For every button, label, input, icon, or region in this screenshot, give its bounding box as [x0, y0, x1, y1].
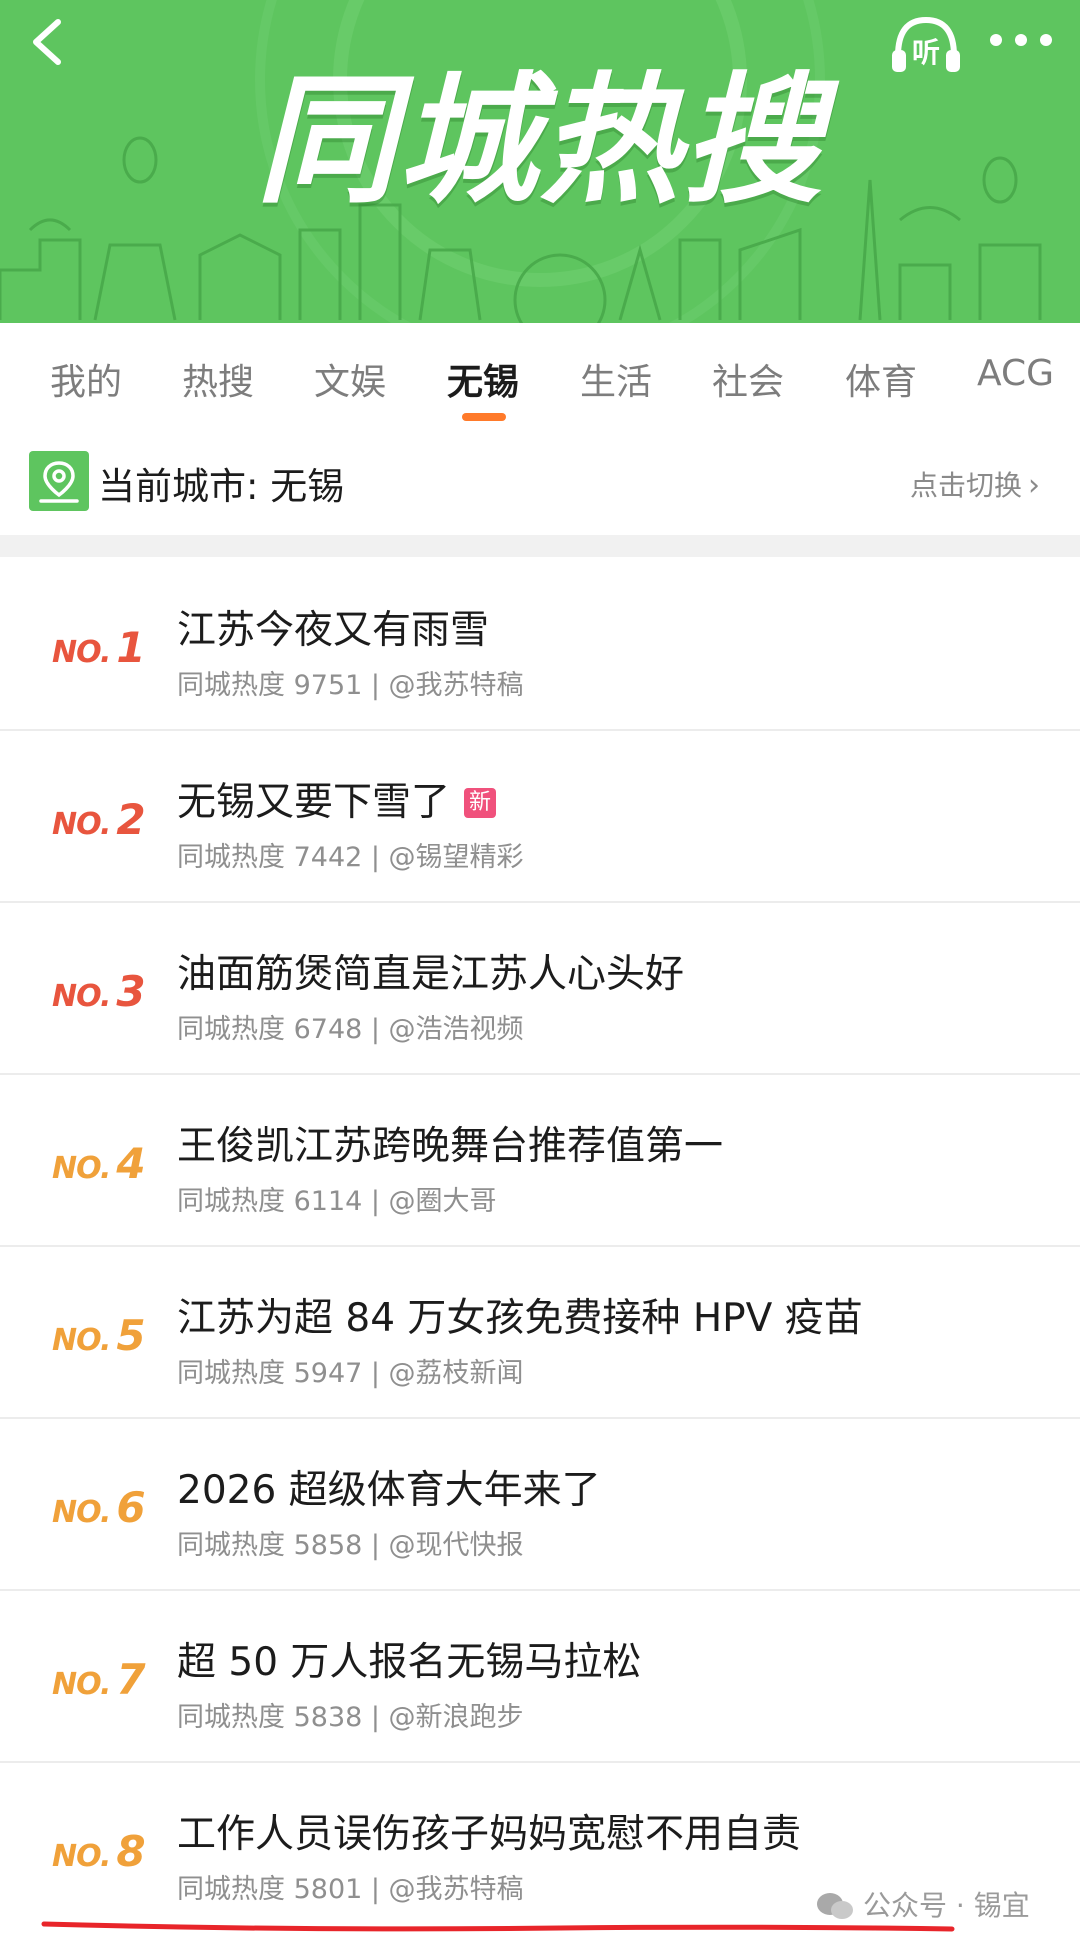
- location-pin-icon: [29, 451, 89, 511]
- item-title: 2026 超级体育大年来了: [177, 1468, 601, 1513]
- item-title: 江苏今夜又有雨雪: [177, 608, 490, 653]
- item-title: 工作人员误伤孩子妈妈宽慰不用自责: [177, 1812, 802, 1857]
- chevron-right-icon: ›: [1028, 468, 1040, 503]
- switch-city-label: 点击切换: [909, 469, 1022, 502]
- header-banner: 听 同城热搜: [0, 0, 1080, 323]
- more-dots-icon: [990, 34, 1052, 46]
- tab-mine[interactable]: 我的: [50, 353, 122, 403]
- current-city-label: 当前城市: 无锡: [98, 465, 345, 508]
- item-meta: 同城热度 7442 | @锡望精彩: [177, 842, 524, 873]
- current-city-row: 当前城市: 无锡 点击切换 ›: [0, 440, 1080, 520]
- active-tab-indicator: [462, 413, 506, 421]
- tab-wuxi[interactable]: 无锡: [447, 353, 519, 403]
- item-title: 无锡又要下雪了新: [177, 771, 497, 827]
- wechat-icon: [817, 1893, 853, 1919]
- list-item[interactable]: NO. 3 油面筋煲简直是江苏人心头好 同城热度 6748 | @浩浩视频: [0, 901, 1080, 1075]
- page-title: 同城热搜: [255, 60, 824, 223]
- rank-label: NO. 3: [52, 967, 146, 1016]
- item-meta: 同城热度 9751 | @我苏特稿: [177, 670, 524, 701]
- rank-label: NO. 6: [52, 1483, 146, 1532]
- item-meta: 同城热度 6748 | @浩浩视频: [177, 1014, 524, 1045]
- list-item[interactable]: NO. 2 无锡又要下雪了新 同城热度 7442 | @锡望精彩: [0, 729, 1080, 903]
- rank-label: NO. 4: [52, 1139, 146, 1188]
- tab-sports[interactable]: 体育: [845, 353, 917, 403]
- rank-label: NO. 1: [52, 623, 146, 672]
- item-meta: 同城热度 6114 | @圈大哥: [177, 1186, 497, 1217]
- rank-label: NO. 5: [52, 1311, 146, 1360]
- new-badge: 新: [464, 788, 497, 818]
- switch-city-button[interactable]: 点击切换 ›: [910, 464, 1040, 504]
- watermark: 公众号 · 锡宜: [815, 1884, 1030, 1924]
- tab-entertainment[interactable]: 文娱: [314, 353, 386, 403]
- tab-acg[interactable]: ACG: [977, 353, 1054, 403]
- item-meta: 同城热度 5838 | @新浪跑步: [177, 1702, 524, 1733]
- item-title: 江苏为超 84 万女孩免费接种 HPV 疫苗: [177, 1296, 863, 1341]
- list-item[interactable]: NO. 4 王俊凯江苏跨晚舞台推荐值第一 同城热度 6114 | @圈大哥: [0, 1073, 1080, 1247]
- watermark-text: 公众号 · 锡宜: [863, 1889, 1030, 1922]
- section-divider: [0, 535, 1080, 557]
- list-item[interactable]: NO. 5 江苏为超 84 万女孩免费接种 HPV 疫苗 同城热度 5947 | …: [0, 1245, 1080, 1419]
- list-item[interactable]: NO. 1 江苏今夜又有雨雪 同城热度 9751 | @我苏特稿: [0, 557, 1080, 731]
- item-title: 王俊凯江苏跨晚舞台推荐值第一: [177, 1124, 724, 1169]
- tab-life[interactable]: 生活: [580, 353, 652, 403]
- item-title: 超 50 万人报名无锡马拉松: [177, 1640, 642, 1685]
- rank-label: NO. 2: [52, 795, 146, 844]
- item-title: 油面筋煲简直是江苏人心头好: [177, 952, 685, 997]
- item-meta: 同城热度 5858 | @现代快报: [177, 1530, 524, 1561]
- list-item[interactable]: NO. 7 超 50 万人报名无锡马拉松 同城热度 5838 | @新浪跑步: [0, 1589, 1080, 1763]
- rank-label: NO. 7: [52, 1655, 146, 1704]
- rank-label: NO. 8: [52, 1827, 146, 1876]
- list-item[interactable]: NO. 6 2026 超级体育大年来了 同城热度 5858 | @现代快报: [0, 1417, 1080, 1591]
- item-meta: 同城热度 5801 | @我苏特稿: [177, 1874, 524, 1905]
- category-tabs: 我的 热搜 文娱 无锡 生活 社会 体育 ACG: [0, 323, 1080, 423]
- more-button[interactable]: [986, 20, 1056, 60]
- item-meta: 同城热度 5947 | @荔枝新闻: [177, 1358, 524, 1389]
- tab-hot-search[interactable]: 热搜: [182, 353, 254, 403]
- tab-society[interactable]: 社会: [712, 353, 784, 403]
